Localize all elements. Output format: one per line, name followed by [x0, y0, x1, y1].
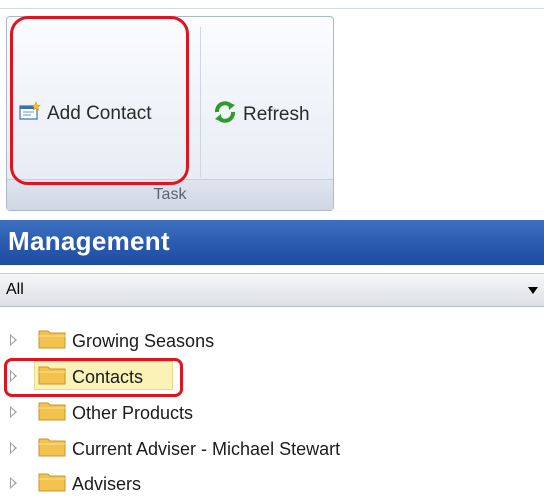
tree-item-label: Contacts — [72, 367, 144, 387]
filter-value: All — [6, 281, 24, 298]
add-contact-button[interactable]: Add Contact — [19, 101, 152, 127]
tree-item-label: Other Products — [72, 403, 194, 423]
expand-arrow-icon[interactable] — [10, 442, 17, 454]
filter-dropdown[interactable]: All — [0, 273, 544, 307]
ribbon-divider — [0, 8, 544, 9]
add-contact-icon — [19, 101, 41, 127]
tree-item-label: Growing Seasons — [72, 331, 215, 351]
group-label-bar: Task — [7, 179, 333, 210]
tree-item-advisers[interactable]: Advisers — [0, 468, 544, 500]
folder-icon — [38, 469, 66, 498]
expand-arrow-icon[interactable] — [10, 406, 17, 418]
folder-icon — [38, 434, 66, 463]
refresh-button[interactable]: Refresh — [213, 101, 310, 129]
tree-item-label: Advisers — [72, 474, 142, 494]
tree-item-current-adviser[interactable]: Current Adviser - Michael Stewart — [0, 433, 544, 465]
expand-arrow-icon[interactable] — [10, 334, 17, 346]
panel-title: Management — [8, 226, 170, 256]
button-separator — [200, 27, 201, 177]
expand-arrow-icon[interactable] — [10, 477, 17, 489]
chevron-down-icon[interactable] — [528, 287, 538, 294]
management-header: Management — [0, 220, 544, 265]
refresh-icon — [213, 101, 237, 129]
ribbon-group-task: Add Contact Refresh Task — [6, 16, 334, 211]
tree-item-contacts[interactable]: Contacts — [0, 361, 544, 393]
folder-icon — [38, 326, 66, 355]
folder-icon — [38, 398, 66, 427]
expand-arrow-icon[interactable] — [10, 370, 17, 382]
refresh-label: Refresh — [243, 104, 310, 125]
tree-item-growing-seasons[interactable]: Growing Seasons — [0, 325, 544, 357]
tree-item-other-products[interactable]: Other Products — [0, 397, 544, 429]
group-label: Task — [153, 186, 187, 203]
tree-item-label: Current Adviser - Michael Stewart — [72, 439, 341, 459]
folder-icon — [38, 362, 66, 391]
add-contact-label: Add Contact — [47, 103, 152, 124]
